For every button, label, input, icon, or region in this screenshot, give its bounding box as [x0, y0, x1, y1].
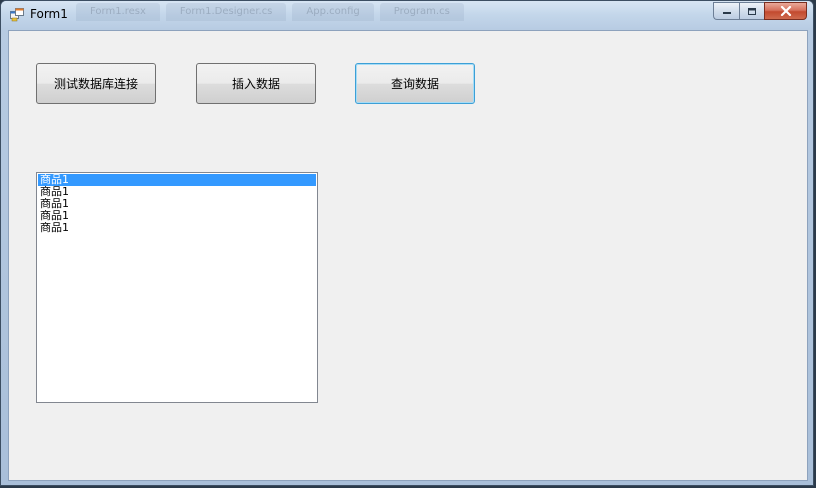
- ghost-tab: Form1.Designer.cs: [165, 3, 287, 21]
- form-client-area: 测试数据库连接 插入数据 查询数据 商品1 商品1 商品1 商品1 商品1: [8, 30, 808, 481]
- close-icon: [780, 6, 791, 16]
- form1-window: Form1.resx Form1.Designer.cs App.config …: [0, 0, 814, 486]
- ghost-tab: App.config: [292, 3, 374, 21]
- close-button[interactable]: [764, 2, 807, 20]
- app-form-icon[interactable]: [10, 8, 24, 22]
- query-data-button[interactable]: 查询数据: [355, 63, 475, 104]
- list-item[interactable]: 商品1: [38, 222, 316, 234]
- ghost-tab: Form1.resx: [76, 3, 160, 21]
- maximize-icon: [748, 7, 756, 15]
- list-item[interactable]: 商品1: [38, 210, 316, 222]
- list-item[interactable]: 商品1: [38, 186, 316, 198]
- minimize-icon: [722, 12, 731, 14]
- list-item[interactable]: 商品1: [38, 174, 316, 186]
- product-listbox[interactable]: 商品1 商品1 商品1 商品1 商品1: [36, 172, 318, 403]
- ghost-tab: Program.cs: [379, 3, 464, 21]
- maximize-button[interactable]: [739, 2, 764, 20]
- list-item[interactable]: 商品1: [38, 198, 316, 210]
- insert-data-button[interactable]: 插入数据: [196, 63, 316, 104]
- window-title: Form1: [30, 7, 68, 21]
- minimize-button[interactable]: [713, 2, 739, 20]
- background-editor-tabs: Form1.resx Form1.Designer.cs App.config …: [76, 3, 470, 23]
- caption-buttons: [713, 2, 807, 21]
- title-bar[interactable]: Form1.resx Form1.Designer.cs App.config …: [1, 1, 813, 29]
- test-connection-button[interactable]: 测试数据库连接: [36, 63, 156, 104]
